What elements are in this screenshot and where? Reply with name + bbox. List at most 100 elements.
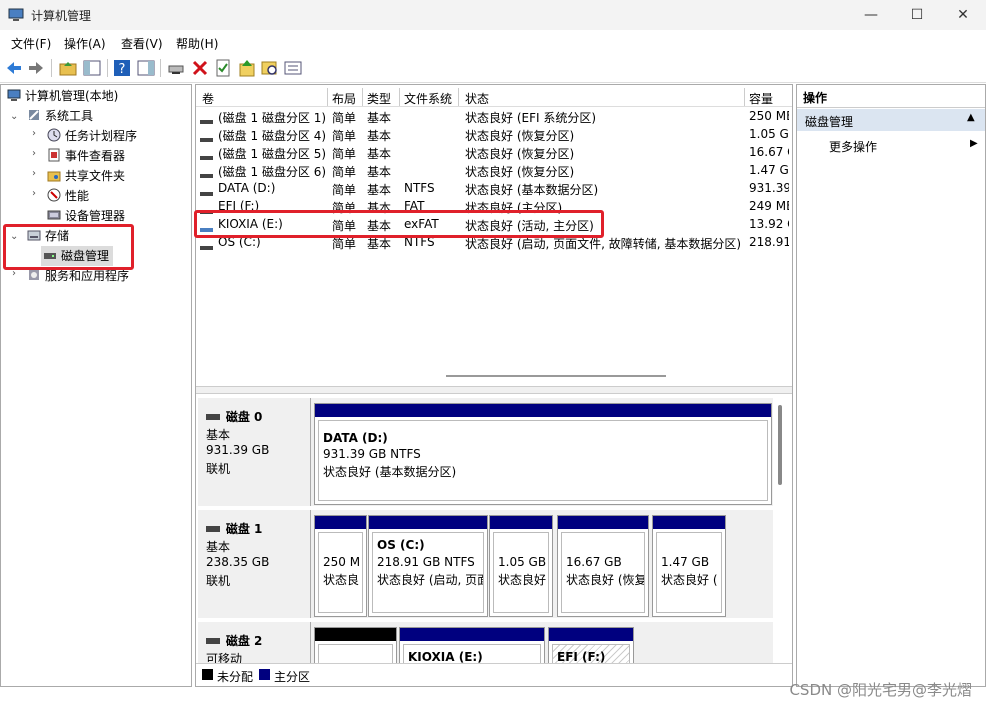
partition-data-d[interactable]: DATA (D:) 931.39 GB NTFS 状态良好 (基本数据分区) bbox=[314, 403, 772, 505]
tree-label: 服务和应用程序 bbox=[45, 269, 130, 283]
volume-cell: 基本 bbox=[367, 111, 392, 125]
legend-unallocated: 未分配 bbox=[217, 670, 254, 684]
menu-view[interactable]: 查看(V) bbox=[121, 35, 163, 52]
actions-header: 操作 bbox=[803, 91, 828, 105]
col-status[interactable]: 状态 bbox=[465, 90, 489, 107]
volume-cell: 简单 bbox=[332, 183, 357, 197]
col-volume[interactable]: 卷 bbox=[202, 90, 214, 107]
volume-cell: 简单 bbox=[332, 147, 357, 161]
computer-management-icon bbox=[8, 7, 24, 23]
console-icon[interactable] bbox=[283, 58, 303, 78]
disk-2-label[interactable]: 磁盘 2 可移动 bbox=[198, 622, 311, 663]
chevron-right-icon[interactable]: › bbox=[32, 188, 36, 199]
collapse-icon[interactable]: ▲ bbox=[967, 112, 975, 123]
disk-0-label[interactable]: 磁盘 0 基本 931.39 GB 联机 bbox=[198, 398, 311, 506]
performance-icon bbox=[47, 188, 61, 202]
minimize-button[interactable]: — bbox=[848, 0, 894, 30]
properties-pane-icon[interactable] bbox=[136, 58, 156, 78]
shared-folder-icon bbox=[47, 168, 61, 182]
tools-icon bbox=[27, 108, 41, 122]
connect-icon[interactable] bbox=[166, 58, 186, 78]
tree-item-system-tools[interactable]: 系统工具 bbox=[27, 106, 93, 126]
back-icon[interactable] bbox=[4, 58, 24, 78]
volume-cell: 16.67 G bbox=[749, 145, 789, 159]
action-disk-management[interactable]: 磁盘管理 ▲ bbox=[797, 109, 985, 131]
volume-list-header: 卷 布局 类型 文件系统 状态 容量 bbox=[196, 88, 792, 107]
col-layout[interactable]: 布局 bbox=[332, 90, 356, 107]
disk-icon-wrap: 磁盘 0 bbox=[206, 408, 262, 425]
col-capacity[interactable]: 容量 bbox=[749, 90, 773, 107]
delete-icon[interactable] bbox=[190, 58, 210, 78]
pane-splitter[interactable] bbox=[196, 386, 792, 394]
disk-name: 磁盘 2 bbox=[225, 634, 263, 648]
partition-efi-system[interactable]: 250 M 状态良 bbox=[314, 515, 367, 617]
tree-item-performance[interactable]: 性能 bbox=[47, 186, 89, 206]
close-button[interactable]: ✕ bbox=[940, 0, 986, 30]
partition-status: 状态良好 (基本数据分区) bbox=[323, 465, 457, 479]
tree-item-event-viewer[interactable]: 事件查看器 bbox=[47, 146, 125, 166]
services-icon bbox=[27, 268, 41, 282]
event-log-icon bbox=[47, 148, 61, 162]
legend-primary: 主分区 bbox=[274, 670, 311, 684]
partition-kioxia-e[interactable]: KIOXIA (E:) bbox=[399, 627, 545, 663]
volume-cell: 1.05 GE bbox=[749, 127, 789, 141]
disk-type: 基本 bbox=[206, 428, 231, 442]
chevron-right-icon[interactable]: › bbox=[32, 168, 36, 179]
volume-cell: (磁盘 1 磁盘分区 5) bbox=[218, 147, 326, 161]
volume-row[interactable]: DATA (D:) 简单 基本 NTFS 状态良好 (基本数据分区) 931.39 bbox=[196, 179, 792, 197]
volume-row[interactable]: (磁盘 1 磁盘分区 4) 简单基本 状态良好 (恢复分区) 1.05 GE bbox=[196, 125, 792, 143]
maximize-button[interactable]: ☐ bbox=[894, 0, 940, 30]
disk-name: 磁盘 1 bbox=[225, 522, 263, 536]
window-title: 计算机管理 bbox=[31, 9, 92, 23]
search-folder-icon[interactable] bbox=[260, 58, 280, 78]
partition-os-c[interactable]: OS (C:) 218.91 GB NTFS 状态良好 (启动, 页面 bbox=[368, 515, 488, 617]
title-bar: 计算机管理 — ☐ ✕ bbox=[0, 0, 986, 30]
volume-cell: 基本 bbox=[367, 183, 392, 197]
horizontal-scrollbar[interactable] bbox=[446, 375, 666, 377]
checklist-icon[interactable] bbox=[213, 58, 233, 78]
volume-cell: 简单 bbox=[332, 129, 357, 143]
partition-efi-f[interactable]: EFI (F:) bbox=[548, 627, 634, 663]
partition-recovery-2[interactable]: 16.67 GB 状态良好 (恢复 bbox=[557, 515, 649, 617]
volume-row[interactable]: (磁盘 1 磁盘分区 6) 简单基本 状态良好 (恢复分区) 1.47 GE bbox=[196, 161, 792, 179]
menu-file[interactable]: 文件(F) bbox=[11, 35, 51, 52]
primary-swatch bbox=[259, 669, 270, 680]
menu-action[interactable]: 操作(A) bbox=[64, 35, 106, 52]
up-folder-icon[interactable] bbox=[58, 58, 78, 78]
partition-title: DATA (D:) bbox=[323, 431, 388, 445]
volume-cell: 状态良好 (基本数据分区) bbox=[465, 183, 599, 197]
tree-item-shared-folders[interactable]: 共享文件夹 bbox=[47, 166, 125, 186]
disk-management-pane: 卷 布局 类型 文件系统 状态 容量 (磁盘 1 磁盘分区 1) 简单 基本 状态良好… bbox=[195, 84, 793, 687]
disk-status: 联机 bbox=[206, 574, 231, 588]
chevron-down-icon[interactable]: ⌄ bbox=[10, 111, 18, 122]
chevron-right-icon[interactable]: › bbox=[32, 148, 36, 159]
volume-cell: 状态良好 (恢复分区) bbox=[465, 147, 575, 161]
vertical-scrollbar[interactable] bbox=[778, 405, 782, 485]
partition-recovery-3[interactable]: 1.47 GB 状态良好 ( bbox=[652, 515, 726, 617]
svg-text:?: ? bbox=[119, 62, 126, 77]
disk-1-row: 磁盘 1 基本 238.35 GB 联机 250 M 状态良 OS (C:) 218… bbox=[198, 510, 773, 618]
arrow-right-icon: ▶ bbox=[970, 138, 978, 149]
chevron-right-icon[interactable]: › bbox=[32, 128, 36, 139]
tree-item-task-scheduler[interactable]: 任务计划程序 bbox=[47, 126, 137, 146]
volume-cell: 249 ME bbox=[749, 199, 789, 213]
partition-unallocated[interactable] bbox=[314, 627, 397, 663]
tree-root[interactable]: 计算机管理(本地) bbox=[7, 86, 118, 106]
col-type[interactable]: 类型 bbox=[367, 90, 391, 107]
col-filesystem[interactable]: 文件系统 bbox=[404, 90, 452, 107]
clock-icon bbox=[47, 128, 61, 142]
volume-cell: 状态良好 (恢复分区) bbox=[465, 129, 575, 143]
partition-recovery-1[interactable]: 1.05 GB 状态良好 bbox=[489, 515, 553, 617]
disk-type: 可移动 bbox=[206, 652, 243, 663]
disk-1-label[interactable]: 磁盘 1 基本 238.35 GB 联机 bbox=[198, 510, 311, 618]
upload-icon[interactable] bbox=[237, 58, 257, 78]
volume-row[interactable]: (磁盘 1 磁盘分区 1) 简单基本 状态良好 (EFI 系统分区) 250 ME bbox=[196, 107, 792, 125]
volume-row[interactable]: (磁盘 1 磁盘分区 5) 简单基本 状态良好 (恢复分区) 16.67 G bbox=[196, 143, 792, 161]
menu-help[interactable]: 帮助(H) bbox=[176, 35, 218, 52]
tree-label: 共享文件夹 bbox=[65, 169, 126, 183]
forward-icon[interactable] bbox=[26, 58, 46, 78]
tree-item-device-manager[interactable]: 设备管理器 bbox=[47, 206, 125, 226]
show-hide-tree-icon[interactable] bbox=[82, 58, 102, 78]
tree-root-label: 计算机管理(本地) bbox=[25, 89, 119, 103]
help-icon[interactable]: ? bbox=[112, 58, 132, 78]
